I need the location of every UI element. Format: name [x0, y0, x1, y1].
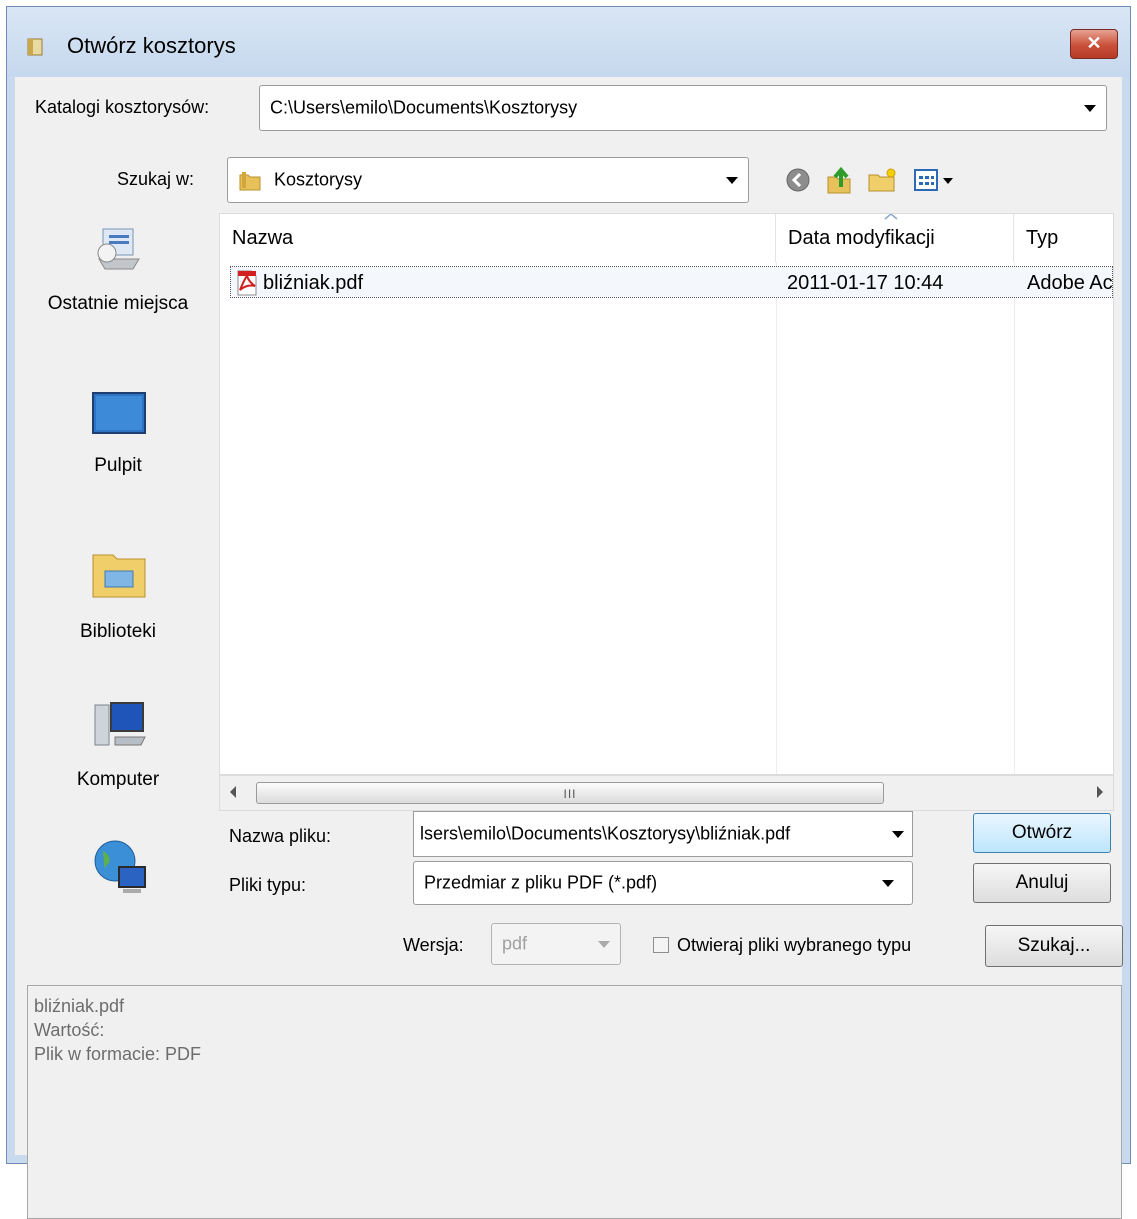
- lookin-value: Kosztorysy: [274, 169, 363, 190]
- column-header-type[interactable]: Typ: [1014, 214, 1113, 262]
- network-icon: [94, 840, 146, 893]
- file-info-panel: bliźniak.pdf Wartość: Plik w formacie: P…: [27, 985, 1122, 1219]
- catalog-combo[interactable]: C:\Users\emilo\Documents\Kosztorysy: [259, 85, 1107, 131]
- scroll-grip: III: [563, 787, 577, 801]
- filetype-value: Przedmiar z pliku PDF (*.pdf): [424, 872, 658, 893]
- catalog-value: C:\Users\emilo\Documents\Kosztorysy: [270, 97, 578, 118]
- filename-combo[interactable]: lsers\emilo\Documents\Kosztorysy\bliźnia…: [413, 811, 913, 857]
- open-type-checkbox[interactable]: [653, 937, 669, 953]
- dialog-client: Katalogi kosztorysów: C:\Users\emilo\Doc…: [15, 77, 1123, 1219]
- catalog-label: Katalogi kosztorysów:: [35, 97, 210, 117]
- file-date: 2011-01-17 10:44: [787, 272, 944, 294]
- scroll-thumb[interactable]: III: [256, 782, 884, 804]
- info-value: Wartość:: [34, 1020, 105, 1040]
- cancel-button[interactable]: Anuluj: [973, 863, 1111, 903]
- scroll-right-icon[interactable]: [1097, 786, 1103, 798]
- chevron-down-icon: [598, 941, 610, 948]
- table-row[interactable]: bliźniak.pdf 2011-01-17 10:44 Adobe Ac: [230, 266, 1113, 298]
- filename-value: lsers\emilo\Documents\Kosztorysy\bliźnia…: [420, 823, 791, 844]
- lookin-combo[interactable]: Kosztorysy: [227, 157, 749, 203]
- column-separator: [776, 262, 777, 774]
- version-combo[interactable]: pdf: [491, 923, 621, 965]
- place-recent-label: Ostatnie miejsca: [47, 293, 189, 314]
- version-label: Wersja:: [403, 935, 464, 955]
- lookin-label: Szukaj w:: [117, 169, 195, 189]
- back-icon[interactable]: [785, 167, 811, 193]
- chevron-down-icon: [882, 880, 894, 887]
- scroll-left-icon[interactable]: [230, 786, 236, 798]
- new-folder-icon[interactable]: [867, 167, 897, 193]
- place-computer[interactable]: Komputer: [27, 687, 209, 807]
- libraries-icon: [92, 554, 146, 598]
- close-button[interactable]: ✕: [1070, 29, 1118, 59]
- computer-icon: [94, 702, 146, 746]
- filename-label: Nazwa pliku:: [229, 826, 332, 846]
- column-header-name[interactable]: Nazwa: [220, 214, 776, 262]
- info-format: Plik w formacie: PDF: [34, 1044, 202, 1064]
- chevron-down-icon: [892, 831, 904, 838]
- chevron-down-icon: [1084, 105, 1096, 112]
- recent-places-icon: [97, 228, 140, 270]
- file-type: Adobe Ac: [1027, 272, 1113, 294]
- search-button[interactable]: Szukaj...: [985, 925, 1123, 967]
- pdf-icon: [237, 270, 257, 296]
- chevron-down-icon: [726, 177, 738, 184]
- place-desktop[interactable]: Pulpit: [27, 381, 209, 491]
- place-desktop-label: Pulpit: [94, 455, 142, 476]
- place-network[interactable]: [27, 827, 209, 911]
- info-filename: bliźniak.pdf: [34, 996, 125, 1016]
- file-name: bliźniak.pdf: [263, 272, 364, 294]
- place-recent[interactable]: Ostatnie miejsca: [27, 213, 209, 363]
- close-icon: ✕: [1086, 33, 1102, 53]
- view-menu-icon[interactable]: [913, 167, 957, 193]
- title-bar[interactable]: Otwórz kosztorys ✕: [7, 7, 1130, 77]
- open-estimate-dialog: Otwórz kosztorys ✕ Katalogi kosztorysów:…: [6, 6, 1131, 1219]
- place-libraries[interactable]: Biblioteki: [27, 533, 209, 653]
- places-bar: Ostatnie miejsca Pulpit Biblioteki Kompu…: [27, 213, 209, 911]
- horizontal-scrollbar[interactable]: III: [219, 775, 1114, 811]
- sort-arrow-icon: [884, 214, 898, 220]
- folder-icon: [239, 172, 261, 191]
- window-title: Otwórz kosztorys: [67, 33, 236, 58]
- desktop-icon: [92, 392, 146, 434]
- column-header-date[interactable]: Data modyfikacji: [776, 214, 1014, 262]
- open-type-checkbox-label[interactable]: Otwieraj pliki wybranego typu: [677, 935, 911, 956]
- column-separator: [1014, 262, 1015, 774]
- file-list[interactable]: Nazwa Data modyfikacji Typ bliźniak.pdf …: [219, 213, 1114, 775]
- up-folder-icon[interactable]: [825, 165, 853, 195]
- place-computer-label: Komputer: [76, 769, 160, 790]
- filetype-combo[interactable]: Przedmiar z pliku PDF (*.pdf): [413, 861, 913, 905]
- open-button[interactable]: Otwórz: [973, 813, 1111, 853]
- app-icon: [27, 38, 43, 56]
- filetype-label: Pliki typu:: [229, 875, 307, 895]
- place-libraries-label: Biblioteki: [79, 621, 157, 642]
- version-value: pdf: [502, 933, 528, 954]
